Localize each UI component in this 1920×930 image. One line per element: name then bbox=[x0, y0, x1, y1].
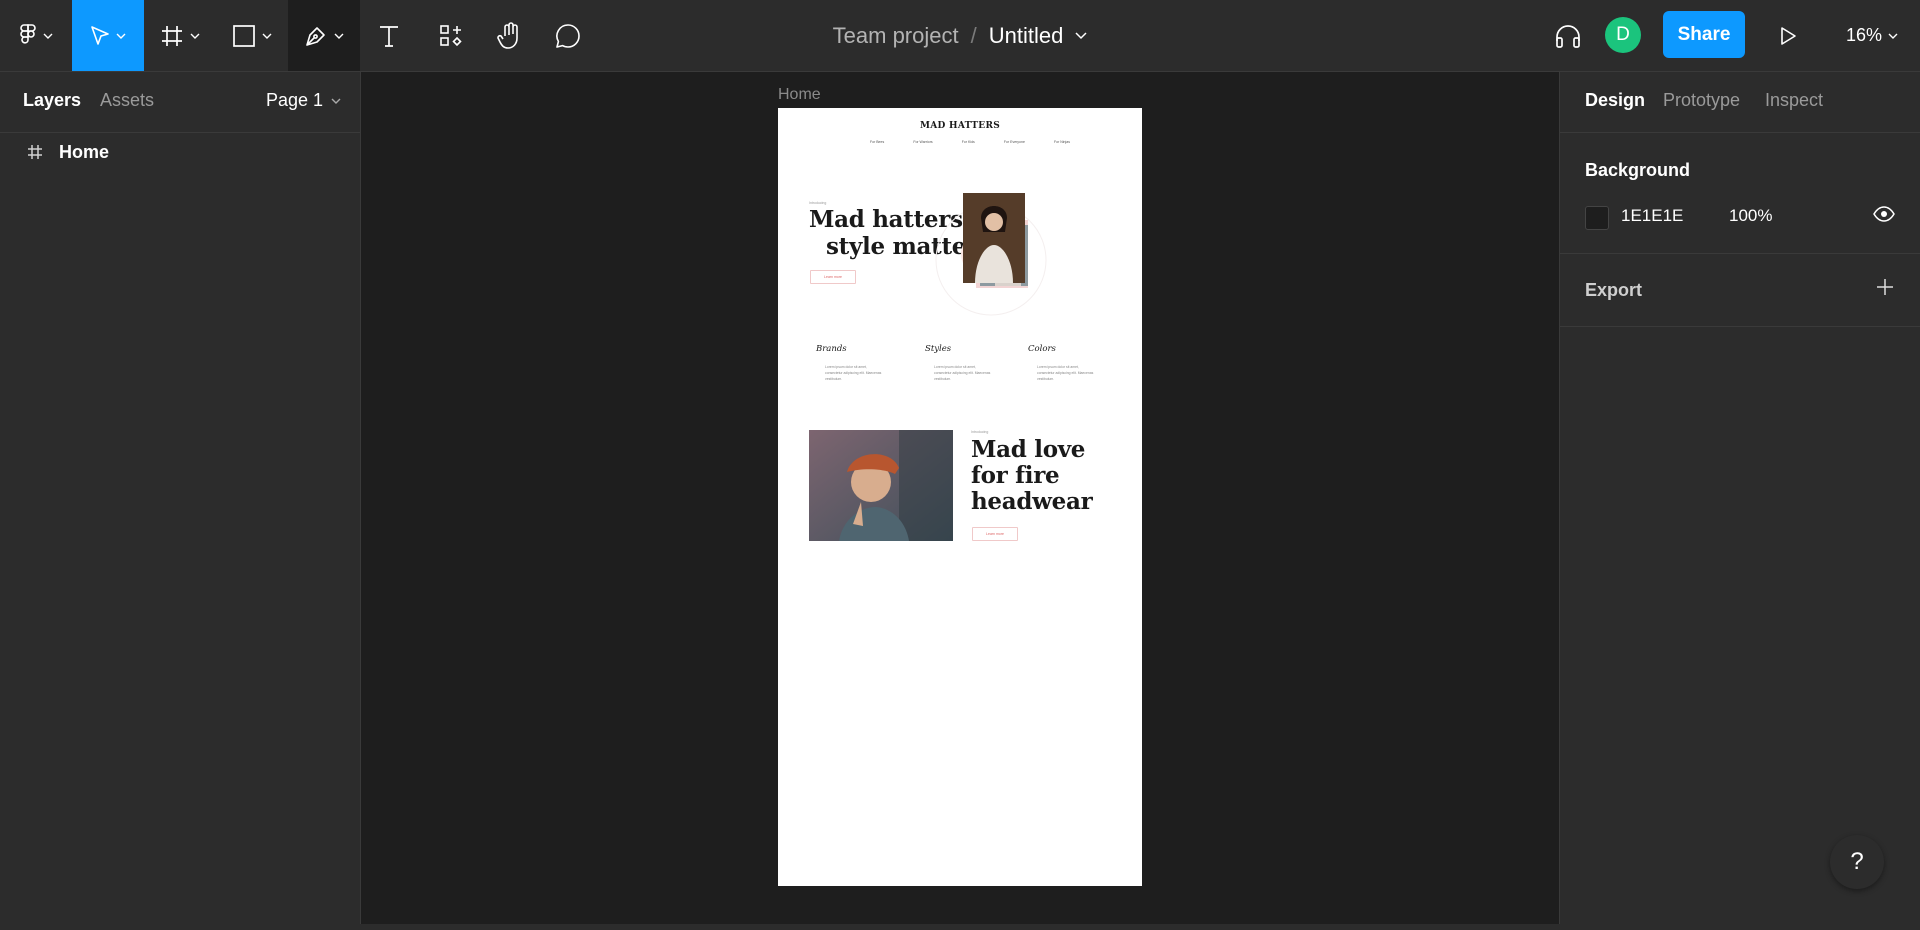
chevron-down-icon bbox=[262, 33, 272, 39]
column-text: Lorem ipsum dolor sit amet, consectetur … bbox=[934, 365, 991, 381]
hero-button: Learn more bbox=[810, 270, 856, 284]
rectangle-icon bbox=[233, 24, 255, 47]
move-tool-button[interactable] bbox=[72, 0, 144, 71]
speech-bubble-icon bbox=[556, 23, 580, 48]
hand-icon bbox=[497, 21, 518, 49]
site-nav: For Bees For Warriors For Kids For Every… bbox=[870, 140, 1070, 144]
column-title: Brands bbox=[816, 344, 847, 354]
panel-divider bbox=[1560, 326, 1920, 327]
cursor-icon bbox=[91, 25, 109, 45]
tab-design[interactable]: Design bbox=[1585, 90, 1645, 111]
comment-tool-button[interactable] bbox=[540, 0, 596, 71]
background-section-title: Background bbox=[1585, 160, 1691, 180]
pen-tool-button[interactable] bbox=[288, 0, 360, 71]
page-selector[interactable]: Page 1 bbox=[266, 90, 341, 111]
chevron-down-icon bbox=[190, 33, 200, 39]
frame-label[interactable]: Home bbox=[778, 86, 821, 104]
eye-icon[interactable] bbox=[1873, 206, 1895, 222]
frame-tool-button[interactable] bbox=[144, 0, 216, 71]
nav-item: For Ninjas bbox=[1054, 140, 1070, 144]
toolbar: Team project / Untitled D Share 16% bbox=[0, 0, 1920, 72]
hero-kicker: Introducing bbox=[809, 201, 827, 205]
column-title: Styles bbox=[925, 344, 952, 354]
chevron-down-icon bbox=[334, 33, 344, 39]
text-t-icon bbox=[380, 25, 398, 47]
play-icon bbox=[1781, 26, 1796, 45]
tab-inspect[interactable]: Inspect bbox=[1765, 90, 1823, 111]
panel-divider bbox=[1560, 253, 1920, 254]
team-name[interactable]: Team project bbox=[833, 23, 959, 49]
export-section-title: Export bbox=[1585, 280, 1643, 300]
feature-line: for fire bbox=[971, 462, 1060, 489]
user-avatar[interactable]: D bbox=[1605, 17, 1641, 53]
nav-item: For Warriors bbox=[913, 140, 933, 144]
nav-item: For Kids bbox=[961, 140, 975, 144]
zoom-menu[interactable]: 16% bbox=[1846, 0, 1898, 71]
chevron-down-icon bbox=[116, 33, 126, 39]
layer-name: Home bbox=[59, 141, 110, 162]
help-button[interactable]: ? bbox=[1830, 835, 1884, 889]
tab-prototype[interactable]: Prototype bbox=[1663, 90, 1740, 111]
headphones-icon bbox=[1556, 24, 1580, 48]
zoom-level: 16% bbox=[1846, 25, 1883, 45]
feature-kicker: Introducing bbox=[971, 430, 989, 434]
column-text: Lorem ipsum dolor sit amet, consectetur … bbox=[825, 365, 882, 381]
feature-line: headwear bbox=[971, 488, 1093, 515]
left-panel-tabs: Layers Assets Page 1 bbox=[0, 72, 360, 133]
title-separator: / bbox=[970, 22, 977, 48]
column-text: Lorem ipsum dolor sit amet, consectetur … bbox=[1037, 365, 1094, 381]
right-panel-tabs: Design Prototype Inspect bbox=[1560, 72, 1920, 133]
site-logo: MAD HATTERS bbox=[919, 121, 1001, 131]
pen-nib-icon bbox=[306, 26, 325, 46]
components-icon bbox=[440, 24, 462, 46]
plus-icon[interactable] bbox=[1876, 278, 1894, 296]
resources-tool-button[interactable] bbox=[418, 0, 484, 71]
file-name[interactable]: Untitled bbox=[989, 23, 1064, 49]
feature-heading: Mad love for fire headwear bbox=[971, 436, 1093, 515]
bottom-bar bbox=[0, 924, 1920, 930]
text-tool-button[interactable] bbox=[360, 0, 418, 71]
chevron-down-icon bbox=[331, 98, 341, 104]
layer-item-home[interactable]: Home bbox=[0, 134, 360, 170]
frame-hash-icon bbox=[162, 25, 182, 46]
frame-hash-icon bbox=[28, 145, 42, 159]
tab-layers[interactable]: Layers bbox=[23, 90, 81, 111]
left-panel: Layers Assets Page 1 Home bbox=[0, 72, 361, 930]
feature-photo bbox=[809, 430, 953, 541]
feature-button: Learn more bbox=[972, 527, 1018, 541]
nav-item: For Bees bbox=[870, 140, 885, 144]
tab-assets[interactable]: Assets bbox=[100, 90, 154, 111]
right-panel: Design Prototype Inspect Background 1E1E… bbox=[1559, 72, 1920, 930]
hand-tool-button[interactable] bbox=[484, 0, 536, 71]
hero-image-collage bbox=[935, 193, 1047, 316]
shape-tool-button[interactable] bbox=[216, 0, 288, 71]
present-button[interactable] bbox=[1770, 0, 1806, 71]
background-hex-input[interactable]: 1E1E1E bbox=[1621, 206, 1683, 226]
share-button[interactable]: Share bbox=[1663, 11, 1745, 58]
audio-chat-button[interactable] bbox=[1546, 0, 1590, 71]
background-opacity-input[interactable]: 100% bbox=[1729, 206, 1772, 226]
page-name: Page 1 bbox=[266, 90, 324, 110]
background-color-swatch[interactable] bbox=[1585, 206, 1609, 230]
chevron-down-icon bbox=[43, 33, 53, 39]
figma-logo-icon bbox=[20, 23, 36, 44]
feature-line: Mad love bbox=[971, 436, 1086, 463]
column-title: Colors bbox=[1028, 344, 1056, 354]
chevron-down-icon[interactable] bbox=[1075, 31, 1087, 40]
nav-item: For Everyone bbox=[1003, 140, 1025, 144]
main-menu-button[interactable] bbox=[0, 0, 72, 71]
chevron-down-icon bbox=[1888, 33, 1898, 39]
home-frame[interactable]: MAD HATTERS For Bees For Warriors For Ki… bbox=[778, 108, 1142, 886]
